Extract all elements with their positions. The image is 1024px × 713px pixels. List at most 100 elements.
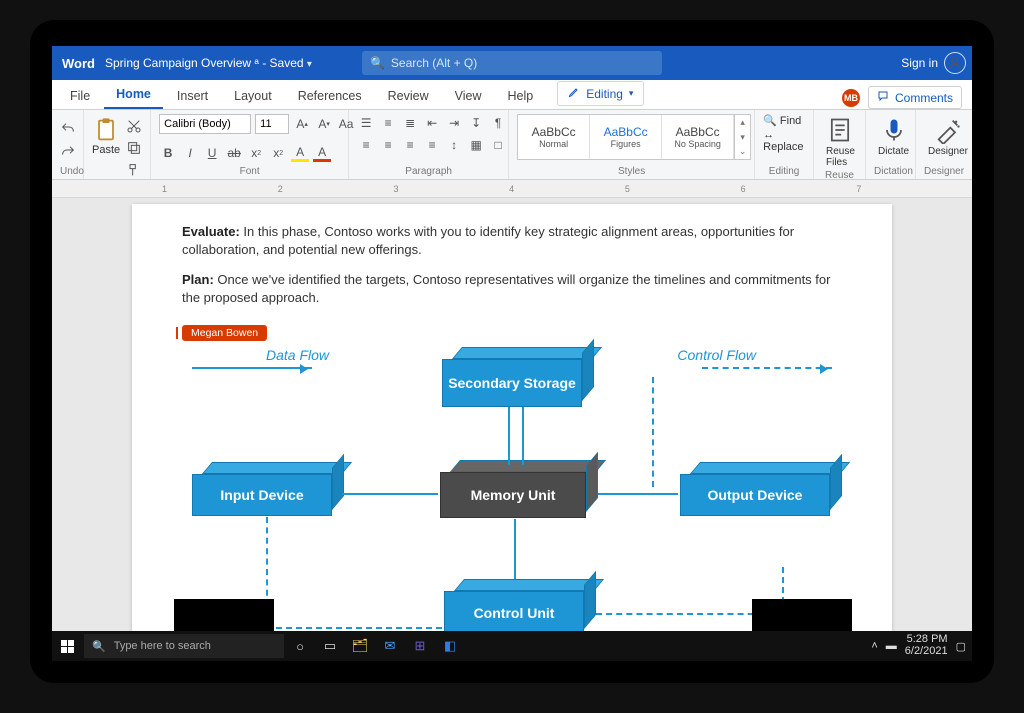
highlight-button[interactable]: A (291, 144, 309, 162)
tab-insert[interactable]: Insert (165, 83, 220, 109)
editing-label: Editing (586, 87, 623, 101)
paragraph-evaluate[interactable]: Evaluate: In this phase, Contoso works w… (182, 223, 842, 258)
ruler[interactable]: 1 2 3 4 5 6 7 (52, 180, 972, 198)
shading-button[interactable]: ▦ (467, 136, 485, 154)
styles-scroll-up[interactable]: ▴ (735, 115, 750, 130)
style-normal[interactable]: AaBbCc Normal (518, 115, 590, 159)
borders-button[interactable]: □ (489, 136, 507, 154)
tab-file[interactable]: File (58, 83, 102, 109)
box-secondary-storage[interactable]: Secondary Storage (442, 347, 582, 407)
styles-gallery[interactable]: AaBbCc Normal AaBbCc Figures AaBbCc No S… (517, 114, 751, 160)
chevron-down-icon[interactable]: ▾ (307, 59, 312, 70)
style-name: No Spacing (674, 139, 721, 149)
superscript-button[interactable]: x2 (269, 144, 287, 162)
styles-scroll-down[interactable]: ▾ (735, 130, 750, 145)
styles-more[interactable]: ⌄ (735, 144, 750, 159)
app-name: Word (58, 56, 95, 71)
grow-font-button[interactable]: A▴ (293, 115, 311, 133)
sign-in-button[interactable]: Sign in (901, 52, 966, 74)
copy-button[interactable] (126, 140, 142, 159)
tray-network-icon[interactable]: ▬ (886, 640, 897, 652)
show-marks-button[interactable]: ¶ (489, 114, 507, 132)
align-left-button[interactable]: ≡ (357, 136, 375, 154)
explorer-icon[interactable]: 🗂 (346, 632, 374, 660)
style-name: Normal (539, 139, 568, 149)
sort-button[interactable]: ↧ (467, 114, 485, 132)
tab-layout[interactable]: Layout (222, 83, 284, 109)
subscript-button[interactable]: x2 (247, 144, 265, 162)
bullets-button[interactable]: ☰ (357, 114, 375, 132)
connector (522, 407, 524, 465)
underline-button[interactable]: U (203, 144, 221, 162)
page[interactable]: Evaluate: In this phase, Contoso works w… (132, 204, 892, 631)
box-memory-unit[interactable]: Memory Unit (440, 460, 586, 518)
designer-button[interactable]: Designer (924, 114, 972, 159)
designer-group-label: Designer (924, 166, 964, 177)
style-nospacing[interactable]: AaBbCc No Spacing (662, 115, 734, 159)
teams-icon[interactable]: ⊞ (406, 632, 434, 660)
find-button[interactable]: 🔍 Find (763, 114, 801, 127)
paragraph-group-label: Paragraph (357, 166, 500, 177)
box-output-device[interactable]: Output Device (680, 462, 830, 516)
evaluate-heading: Evaluate: (182, 224, 240, 239)
font-name-select[interactable]: Calibri (Body) (159, 114, 251, 134)
redo-button[interactable] (60, 144, 76, 163)
taskbar-clock[interactable]: 5:28 PM 6/2/2021 (905, 634, 948, 657)
diagram[interactable]: Data Flow Control Flow Secondary Storage (182, 347, 842, 631)
taskbar-search[interactable]: 🔍 Type here to search (84, 634, 284, 658)
tab-references[interactable]: References (286, 83, 374, 109)
shrink-font-button[interactable]: A▾ (315, 115, 333, 133)
replace-button[interactable]: ↔ Replace (763, 129, 805, 153)
search-box[interactable]: 🔍 Search (Alt + Q) (362, 51, 662, 75)
presence-badge[interactable]: MB (842, 89, 860, 107)
outlook-icon[interactable]: ◧ (436, 632, 464, 660)
comment-author-flag[interactable]: Megan Bowen (182, 325, 267, 341)
comment-icon (877, 90, 889, 105)
cortana-button[interactable]: ○ (286, 632, 314, 660)
multilevel-button[interactable]: ≣ (401, 114, 419, 132)
style-figures[interactable]: AaBbCc Figures (590, 115, 662, 159)
tab-home[interactable]: Home (104, 81, 163, 109)
document-area[interactable]: Evaluate: In this phase, Contoso works w… (52, 198, 972, 631)
align-right-button[interactable]: ≡ (401, 136, 419, 154)
paragraph-plan[interactable]: Plan: Once we've identified the targets,… (182, 271, 842, 306)
reuse-files-button[interactable]: Reuse Files (822, 114, 859, 170)
editing-mode-button[interactable]: Editing ▾ (557, 81, 644, 106)
box-control-unit[interactable]: Control Unit (444, 579, 584, 631)
data-flow-legend-arrow (192, 367, 312, 369)
line-spacing-button[interactable]: ↕ (445, 136, 463, 154)
ruler-mark: 3 (393, 184, 509, 194)
plan-heading: Plan: (182, 272, 214, 287)
styles-group-label: Styles (517, 166, 746, 177)
tray-chevron-icon[interactable]: ˄ (871, 640, 877, 652)
plan-body: Once we've identified the targets, Conto… (182, 272, 830, 305)
task-view-button[interactable]: ▭ (316, 632, 344, 660)
tab-help[interactable]: Help (496, 83, 546, 109)
doc-name[interactable]: Spring Campaign Overview ᵃ - Saved ▾ (105, 56, 312, 70)
start-button[interactable] (52, 631, 82, 661)
bold-button[interactable]: B (159, 144, 177, 162)
tab-review[interactable]: Review (376, 83, 441, 109)
mail-icon[interactable]: ✉ (376, 632, 404, 660)
format-painter-button[interactable] (126, 162, 142, 181)
screen: Word Spring Campaign Overview ᵃ - Saved … (52, 46, 972, 661)
action-center-icon[interactable]: ▢ (956, 640, 966, 653)
dictate-button[interactable]: Dictate (874, 114, 913, 159)
align-center-button[interactable]: ≡ (379, 136, 397, 154)
paste-button[interactable]: Paste (92, 114, 120, 156)
numbering-button[interactable]: ≡ (379, 114, 397, 132)
font-color-button[interactable]: A (313, 144, 331, 162)
strike-button[interactable]: ab (225, 144, 243, 162)
comments-button[interactable]: Comments (868, 86, 962, 109)
justify-button[interactable]: ≡ (423, 136, 441, 154)
tab-view[interactable]: View (443, 83, 494, 109)
cut-button[interactable] (126, 118, 142, 137)
saved-state: - Saved (262, 56, 303, 70)
box-input-device[interactable]: Input Device (192, 462, 332, 516)
undo-button[interactable] (60, 121, 76, 140)
italic-button[interactable]: I (181, 144, 199, 162)
increase-indent-button[interactable]: ⇥ (445, 114, 463, 132)
decrease-indent-button[interactable]: ⇤ (423, 114, 441, 132)
font-size-select[interactable]: 11 (255, 114, 289, 134)
connector (342, 493, 438, 495)
